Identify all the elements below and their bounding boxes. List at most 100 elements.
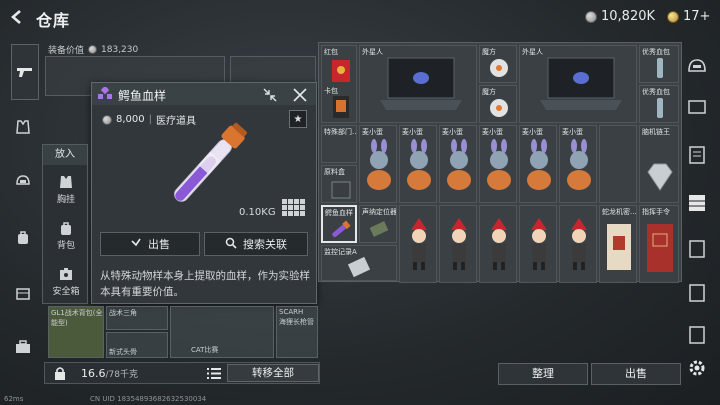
warehouse-item[interactable]: 蛇龙机密... xyxy=(599,205,637,283)
warehouse-item[interactable]: 外星人 xyxy=(359,45,477,123)
rail-case-tab[interactable] xyxy=(10,280,36,306)
warehouse-item[interactable]: 指挥手令 xyxy=(639,205,679,283)
put-in-safebox[interactable]: 安全箱 xyxy=(47,261,85,301)
organize-button[interactable]: 整理 xyxy=(498,363,588,385)
warehouse-item[interactable] xyxy=(399,205,437,283)
warehouse-item[interactable]: 脑机链王 xyxy=(639,125,679,203)
warehouse-item[interactable]: 麦小蛋 xyxy=(439,125,477,203)
warehouse-item[interactable]: 优秀血包 xyxy=(639,85,679,123)
backpack-item[interactable]: 战术三角 xyxy=(106,306,168,330)
search-related-button[interactable]: 搜索关联 xyxy=(204,232,308,256)
gold-amount: 17+ xyxy=(683,9,711,24)
vest-icon xyxy=(60,175,72,188)
warehouse-item[interactable]: 声纳定位器 xyxy=(359,205,397,243)
helmet-icon xyxy=(16,175,30,185)
collapse-icon[interactable] xyxy=(262,87,278,103)
item-description: 从特殊动物样本身上提取的血样，作为实验样本具有重要价值。 xyxy=(100,270,310,298)
blood-vial-icon xyxy=(332,220,351,238)
list-icon[interactable] xyxy=(206,366,222,381)
silver-coin-icon xyxy=(88,45,98,54)
backpack-item[interactable]: CAT比赛 xyxy=(170,306,274,358)
silver-coin-icon xyxy=(585,10,597,23)
warehouse-item[interactable] xyxy=(559,205,597,283)
warehouse-item[interactable]: 魔方 xyxy=(479,45,517,83)
warehouse-item[interactable]: 魔方 xyxy=(479,85,517,123)
rail-doc3-icon[interactable] xyxy=(686,282,708,304)
page-title: 仓库 xyxy=(36,11,71,30)
warehouse-item[interactable]: 麦小蛋 xyxy=(519,125,557,203)
put-in-backpack[interactable]: 背包 xyxy=(47,215,85,255)
warehouse-item[interactable]: 监控记录A xyxy=(321,245,397,281)
rail-armor-tab[interactable] xyxy=(10,114,36,140)
transfer-all-button[interactable]: 转移全部 xyxy=(227,364,319,382)
silver-currency[interactable]: 10,820K xyxy=(585,9,655,24)
santa-figure-icon xyxy=(571,218,587,270)
rail-doc-icon[interactable] xyxy=(686,144,708,166)
rail-storage-icon-active[interactable] xyxy=(686,192,708,214)
warehouse-item[interactable] xyxy=(599,125,637,203)
rail-bag-tab[interactable] xyxy=(10,224,36,250)
back-arrow-icon[interactable] xyxy=(8,8,26,26)
favorite-star-button[interactable]: ★ xyxy=(289,110,307,128)
warehouse-item[interactable] xyxy=(479,205,517,283)
warehouse-grid: 红包 卡包 外星人 魔方 魔方 外星人 优秀血包 优秀血包 特殊部门... 麦小… xyxy=(318,42,682,283)
rail-helmet-tab[interactable] xyxy=(10,168,36,194)
backpack-bottom-bar: 16.6/78千克 转移全部 xyxy=(44,362,320,384)
gold-currency[interactable]: 17+ xyxy=(667,9,710,24)
price-value: 8,000 xyxy=(116,114,145,125)
sell-icon xyxy=(130,237,142,252)
warehouse-item[interactable]: 麦小蛋 xyxy=(399,125,437,203)
warehouse-item[interactable] xyxy=(519,205,557,283)
monitor-record-icon xyxy=(347,256,371,278)
rail-toolbox-tab[interactable] xyxy=(10,334,36,360)
bunny-egg-icon xyxy=(407,139,431,190)
warehouse-item[interactable]: 特殊部门... xyxy=(321,125,357,163)
backpack-item[interactable]: GL1战术背包(全能型) xyxy=(48,306,104,358)
put-in-vest[interactable]: 胸挂 xyxy=(47,169,85,209)
put-in-menu: 放入 胸挂 背包 安全箱 xyxy=(42,144,88,304)
sell-button[interactable]: 出售 xyxy=(100,232,200,256)
backpack-weight: 16.6/78千克 xyxy=(81,367,138,380)
blood-vial-image xyxy=(142,121,272,211)
warehouse-item[interactable]: 原料盒 xyxy=(321,165,357,203)
backpack-icon xyxy=(61,221,71,235)
backpack-item[interactable]: SCARH 海狸长枪管 xyxy=(276,306,318,358)
rail-helmet-icon[interactable] xyxy=(686,56,708,78)
put-in-title: 放入 xyxy=(43,145,87,165)
warehouse-item[interactable]: 麦小蛋 xyxy=(359,125,397,203)
ping-readout: 62ms xyxy=(4,395,24,403)
locator-icon xyxy=(369,221,389,237)
close-icon[interactable] xyxy=(291,86,309,104)
warehouse-item-selected[interactable]: 鳄鱼血样 xyxy=(321,205,357,243)
diamond-icon xyxy=(647,163,673,191)
warehouse-item[interactable] xyxy=(439,205,477,283)
warehouse-item[interactable]: 麦小蛋 xyxy=(559,125,597,203)
cube-icon xyxy=(490,99,508,117)
grid-size-icon xyxy=(282,199,306,217)
gear-icon[interactable] xyxy=(686,357,708,379)
rail-doc4-icon[interactable] xyxy=(686,324,708,346)
sell-all-button[interactable]: 出售 xyxy=(591,363,681,385)
bunny-egg-icon xyxy=(527,139,551,190)
bunny-egg-icon xyxy=(447,139,471,190)
equip-value-label: 装备价值 xyxy=(48,46,85,56)
warehouse-item[interactable]: 麦小蛋 xyxy=(479,125,517,203)
safebox-icon xyxy=(60,267,72,280)
laptop-icon xyxy=(540,57,622,110)
equip-value-amount: 183,230 xyxy=(101,44,139,55)
warehouse-item[interactable]: 红包 卡包 xyxy=(321,45,357,123)
rail-doc2-icon[interactable] xyxy=(686,238,708,260)
santa-figure-icon xyxy=(411,218,427,270)
backpack-item[interactable]: 新式头骨 xyxy=(106,332,168,358)
warehouse-item[interactable]: 优秀血包 xyxy=(639,45,679,83)
rail-weapon-tab[interactable] xyxy=(11,44,39,100)
warehouse-item[interactable]: 外星人 xyxy=(519,45,637,123)
santa-figure-icon xyxy=(531,218,547,270)
laptop-icon xyxy=(380,57,462,110)
red-envelope-icon xyxy=(332,60,350,82)
rail-tv-icon[interactable] xyxy=(686,96,708,118)
card-pack-icon xyxy=(333,96,349,118)
sell-label: 出售 xyxy=(148,238,170,251)
uid-text: CN UID 18354893682632530034 xyxy=(90,395,207,403)
lock-icon[interactable] xyxy=(53,366,67,381)
